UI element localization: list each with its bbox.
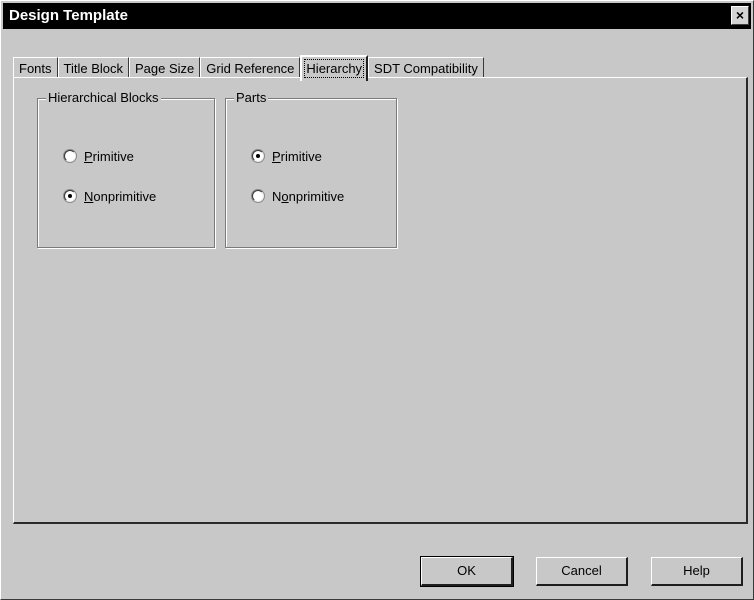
hb-primitive-label: Primitive (84, 149, 134, 164)
hb-primitive-radio[interactable]: Primitive (64, 147, 134, 165)
tab-sdt-compatibility-label: SDT Compatibility (374, 61, 478, 76)
hb-nonprimitive-rest: onprimitive (93, 188, 157, 204)
hb-nonprimitive-label: Nonprimitive (84, 189, 156, 204)
parts-nonprimitive-rest: nprimitive (288, 188, 345, 204)
tab-fonts-label: Fonts (19, 61, 52, 76)
hb-nonprimitive-mnemonic: N (84, 188, 94, 204)
parts-group: Parts Primitive Nonprimitive (225, 90, 397, 248)
parts-primitive-mnemonic: P (272, 148, 281, 164)
parts-legend: Parts (234, 90, 269, 105)
parts-nonprimitive-pre: N (272, 188, 282, 204)
tab-fonts[interactable]: Fonts (13, 57, 58, 79)
tab-hierarchy[interactable]: Hierarchy (300, 55, 369, 81)
parts-primitive-rest: rimitive (280, 148, 322, 164)
close-icon[interactable]: × (731, 6, 749, 25)
hierarchical-blocks-legend: Hierarchical Blocks (46, 90, 161, 105)
title-bar[interactable]: Design Template × (3, 3, 751, 29)
window-title: Design Template (9, 7, 128, 24)
tab-page-size[interactable]: Page Size (129, 57, 201, 79)
tab-page-size-label: Page Size (135, 61, 195, 76)
help-button[interactable]: Help (651, 557, 743, 586)
hb-primitive-mnemonic: P (84, 148, 93, 164)
tab-sdt-compatibility[interactable]: SDT Compatibility (368, 57, 484, 79)
radio-unchecked-icon[interactable] (64, 150, 76, 162)
parts-primitive-label: Primitive (272, 149, 322, 164)
parts-nonprimitive-radio[interactable]: Nonprimitive (252, 187, 344, 205)
tab-strip: Fonts Title Block Page Size Grid Referen… (13, 53, 484, 81)
tab-title-block[interactable]: Title Block (57, 57, 129, 79)
hb-nonprimitive-radio[interactable]: Nonprimitive (64, 187, 156, 205)
radio-unchecked-icon[interactable] (252, 190, 264, 202)
hb-primitive-rest: rimitive (92, 148, 134, 164)
radio-checked-icon[interactable] (252, 150, 264, 162)
cancel-button[interactable]: Cancel (536, 557, 628, 586)
tab-title-block-label: Title Block (63, 61, 123, 76)
parts-nonprimitive-mnemonic: o (281, 188, 289, 204)
tab-grid-reference[interactable]: Grid Reference (200, 57, 301, 79)
parts-primitive-radio[interactable]: Primitive (252, 147, 322, 165)
tab-grid-reference-label: Grid Reference (206, 61, 295, 76)
hierarchical-blocks-group: Hierarchical Blocks Primitive Nonprimiti… (37, 90, 215, 248)
radio-checked-icon[interactable] (64, 190, 76, 202)
hierarchy-tab-panel: Hierarchical Blocks Primitive Nonprimiti… (13, 77, 748, 524)
parts-nonprimitive-label: Nonprimitive (272, 189, 344, 204)
design-template-dialog: Design Template × Fonts Title Block Page… (0, 0, 754, 600)
tab-hierarchy-label: Hierarchy (304, 59, 365, 78)
ok-button[interactable]: OK (420, 556, 514, 587)
